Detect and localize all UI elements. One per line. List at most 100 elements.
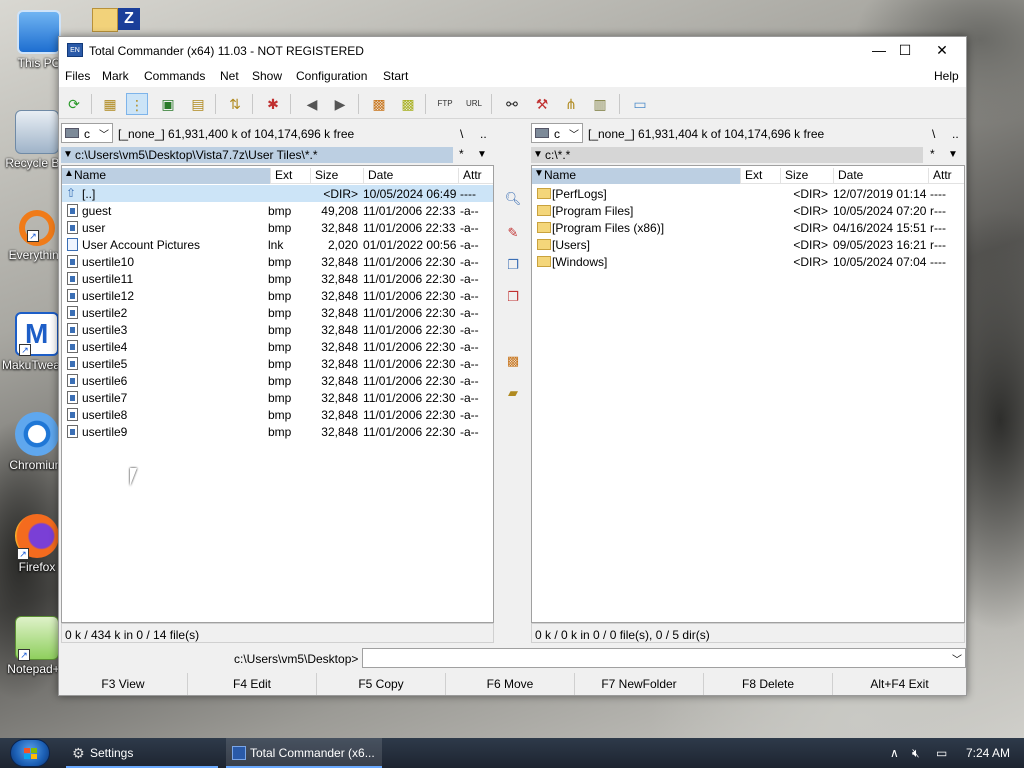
close-button[interactable]: ✕ [923, 37, 961, 65]
left-history-dropdown-icon[interactable]: ▼ [477, 149, 487, 160]
file-row[interactable]: usertile4 bmp 32,848 11/01/2006 22:30 -a-- [62, 338, 493, 355]
menu-show[interactable]: Show [252, 69, 282, 83]
menu-start[interactable]: Start [383, 69, 408, 83]
file-date: 11/01/2006 22:30 [363, 306, 456, 320]
file-row[interactable]: usertile11 bmp 32,848 11/01/2006 22:30 -a-- [62, 270, 493, 287]
left-root-button[interactable]: \ [460, 127, 463, 141]
file-row[interactable]: usertile5 bmp 32,848 11/01/2006 22:30 -a-- [62, 355, 493, 372]
binoculars-icon[interactable]: ⚯ [501, 93, 523, 115]
view-file-icon[interactable]: 🔍︎ [503, 189, 523, 209]
right-filter-button[interactable]: * [930, 147, 935, 161]
f5-copy-button[interactable]: F5 Copy [317, 673, 446, 695]
start-button[interactable] [10, 739, 50, 767]
title-bar[interactable]: EN Total Commander (x64) 11.03 - NOT REG… [59, 37, 966, 65]
column-ext[interactable]: Ext [740, 168, 780, 184]
folder-row[interactable]: [Windows] <DIR> 10/05/2024 07:04 ---- [532, 253, 964, 270]
file-row[interactable]: usertile8 bmp 32,848 11/01/2006 22:30 -a-- [62, 406, 493, 423]
folder-row[interactable]: [Program Files (x86)] <DIR> 04/16/2024 15:… [532, 219, 964, 236]
menu-configuration[interactable]: Configuration [296, 69, 367, 83]
folder-row[interactable]: [PerfLogs] <DIR> 12/07/2019 01:14 ---- [532, 185, 964, 202]
file-row[interactable]: usertile7 bmp 32,848 11/01/2006 22:30 -a-- [62, 389, 493, 406]
f4-edit-button[interactable]: F4 Edit [188, 673, 317, 695]
column-ext[interactable]: Ext [270, 168, 310, 184]
url-icon[interactable]: URL [463, 93, 485, 115]
full-view-icon[interactable]: ⋮ [126, 93, 148, 115]
menu-help[interactable]: Help [934, 69, 959, 83]
forward-icon[interactable]: ▶ [329, 93, 351, 115]
unpack-icon[interactable]: ▩ [397, 93, 419, 115]
tray-chevron-icon[interactable]: ∧ [890, 738, 899, 768]
compare-icon[interactable]: ✱ [262, 93, 284, 115]
right-root-button[interactable]: \ [932, 127, 935, 141]
right-drive-combo[interactable]: c ﹀ [531, 123, 583, 143]
menu-commands[interactable]: Commands [144, 69, 205, 83]
column-name[interactable]: ▼ Name [532, 168, 740, 184]
alt-f4-exit-button[interactable]: Alt+F4 Exit [833, 673, 966, 695]
notepad-icon[interactable]: ▭ [629, 93, 651, 115]
file-row[interactable]: ⇧ [..] <DIR> 10/05/2024 06:49 ---- [62, 185, 493, 202]
right-history-dropdown-icon[interactable]: ▼ [948, 149, 958, 160]
right-up-button[interactable]: .. [952, 127, 959, 141]
f3-view-button[interactable]: F3 View [59, 673, 188, 695]
brief-view-icon[interactable]: ▦ [99, 93, 121, 115]
tree-icon[interactable]: ▤ [187, 93, 209, 115]
file-row[interactable]: usertile12 bmp 32,848 11/01/2006 22:30 -a-- [62, 287, 493, 304]
rename-tool-icon[interactable]: ▥ [589, 93, 611, 115]
column-date[interactable]: Date [363, 168, 458, 184]
file-row[interactable]: usertile10 bmp 32,848 11/01/2006 22:30 -a-- [62, 253, 493, 270]
chevron-down-icon[interactable]: ﹀ [952, 651, 962, 666]
move-files-icon[interactable]: ❐ [503, 287, 523, 307]
network-icon[interactable]: ▭ [936, 738, 947, 768]
file-row[interactable]: user bmp 32,848 11/01/2006 22:33 -a-- [62, 219, 493, 236]
command-line-input[interactable]: ﹀ [362, 648, 966, 668]
column-attr[interactable]: Attr [458, 168, 493, 184]
f6-move-button[interactable]: F6 Move [446, 673, 575, 695]
file-row[interactable]: usertile3 bmp 32,848 11/01/2006 22:30 -a-- [62, 321, 493, 338]
refresh-icon[interactable]: ⟳ [63, 93, 85, 115]
menu-files[interactable]: Files [65, 69, 90, 83]
menu-net[interactable]: Net [220, 69, 239, 83]
volume-muted-icon[interactable]: 🔇︎ [912, 738, 920, 768]
column-date[interactable]: Date [833, 168, 928, 184]
maximize-button[interactable]: ☐ [886, 37, 924, 65]
left-drive-combo[interactable]: c ﹀ [61, 123, 113, 143]
pack-files-icon[interactable]: ▩ [503, 351, 523, 371]
invert-selection-icon[interactable]: ⇅ [224, 93, 246, 115]
edit-file-icon[interactable]: ✎ [503, 223, 523, 243]
file-attr: r--- [930, 238, 946, 252]
file-row[interactable]: usertile2 bmp 32,848 11/01/2006 22:30 -a-- [62, 304, 493, 321]
ftp-icon[interactable]: FTP [434, 93, 456, 115]
copy-files-icon[interactable]: ❐ [503, 255, 523, 275]
folder-icon[interactable] [92, 8, 118, 32]
file-row[interactable]: User Account Pictures lnk 2,020 01/01/2022 … [62, 236, 493, 253]
left-filter-button[interactable]: * [459, 147, 464, 161]
app-icon[interactable]: EN [67, 43, 83, 57]
right-path-bar[interactable]: ▼ c:\*.* [531, 147, 923, 163]
f7-newfolder-button[interactable]: F7 NewFolder [575, 673, 704, 695]
folder-row[interactable]: [Users] <DIR> 09/05/2023 16:21 r--- [532, 236, 964, 253]
sync-icon[interactable]: ⚒ [531, 93, 553, 115]
file-row[interactable]: guest bmp 49,208 11/01/2006 22:33 -a-- [62, 202, 493, 219]
compare-dirs-icon[interactable]: ⋔ [560, 93, 582, 115]
thumbnails-icon[interactable]: ▣ [157, 93, 179, 115]
left-up-button[interactable]: .. [480, 127, 487, 141]
column-size[interactable]: Size [780, 168, 833, 184]
clock[interactable]: 7:24 AM [966, 738, 1010, 768]
column-attr[interactable]: Attr [928, 168, 964, 184]
back-icon[interactable]: ◀ [301, 93, 323, 115]
left-path-bar[interactable]: ▼ c:\Users\vm5\Desktop\Vista7.7z\User Ti… [61, 147, 453, 163]
taskbar-item-total-commander[interactable]: Total Commander (x6... [226, 738, 382, 768]
zip-app-icon[interactable]: Z [118, 8, 140, 30]
column-name[interactable]: ▲ Name [62, 168, 270, 184]
menu-mark[interactable]: Mark [102, 69, 129, 83]
f8-delete-button[interactable]: F8 Delete [704, 673, 833, 695]
new-folder-icon[interactable]: ▰ [503, 383, 523, 403]
left-file-list[interactable]: ▲ Name Ext Size Date Attr ⇧ [..] <DIR> 10/0… [61, 165, 494, 623]
file-row[interactable]: usertile6 bmp 32,848 11/01/2006 22:30 -a-- [62, 372, 493, 389]
folder-row[interactable]: [Program Files] <DIR> 10/05/2024 07:20 r--- [532, 202, 964, 219]
taskbar-item-settings[interactable]: ⚙ Settings [66, 738, 218, 768]
pack-icon[interactable]: ▩ [368, 93, 390, 115]
column-size[interactable]: Size [310, 168, 363, 184]
file-row[interactable]: usertile9 bmp 32,848 11/01/2006 22:30 -a-- [62, 423, 493, 440]
right-file-list[interactable]: ▼ Name Ext Size Date Attr [PerfLogs] <DIR… [531, 165, 965, 623]
